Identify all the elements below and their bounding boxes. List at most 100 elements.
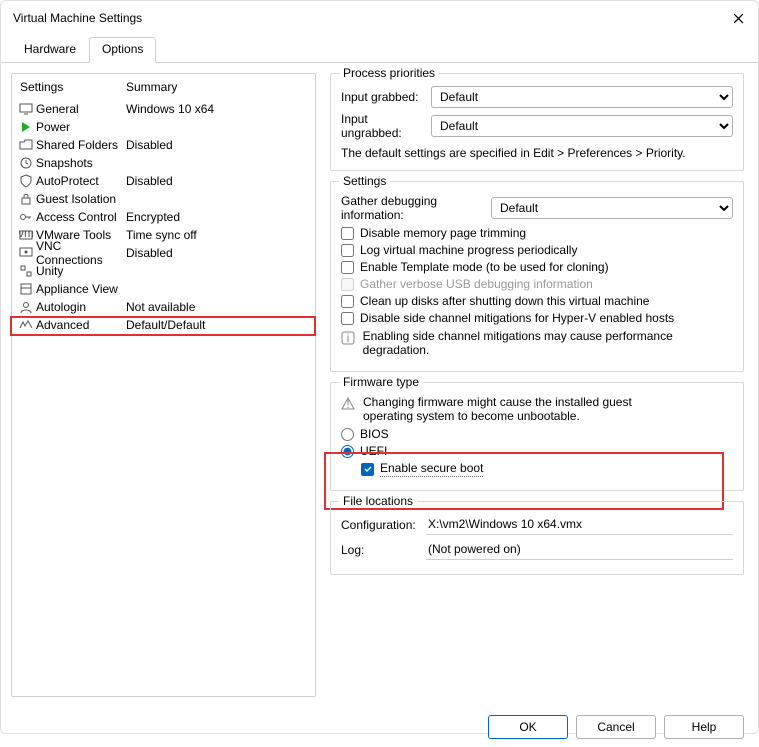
label-secure-boot: Enable secure boot — [380, 461, 483, 477]
settings-row-unity[interactable]: Unity — [12, 262, 315, 280]
label-configuration: Configuration: — [341, 518, 426, 532]
group-firmware-type: Firmware type ! Changing firmware might … — [330, 382, 744, 491]
legend-firmware: Firmware type — [339, 375, 423, 389]
group-settings: Settings Gather debugging information: D… — [330, 181, 744, 372]
firmware-warning: Changing firmware might cause the instal… — [363, 395, 643, 423]
warning-icon: ! — [341, 397, 357, 414]
appliance-icon — [16, 282, 36, 296]
play-icon — [16, 120, 36, 134]
tab-hardware[interactable]: Hardware — [11, 37, 89, 62]
header-settings: Settings — [16, 80, 126, 94]
right-panel: Process priorities Input grabbed: Defaul… — [326, 73, 748, 697]
value-log: (Not powered on) — [426, 539, 733, 560]
label-input-grabbed: Input grabbed: — [341, 90, 431, 104]
svg-text:i: i — [347, 331, 350, 345]
user-icon — [16, 300, 36, 314]
close-icon — [733, 13, 744, 24]
label-cb4: Gather verbose USB debugging information — [360, 277, 593, 291]
checkbox-log-progress[interactable] — [341, 244, 354, 257]
folder-icon — [16, 138, 36, 152]
advanced-icon — [16, 318, 36, 332]
checkbox-cleanup-disks[interactable] — [341, 295, 354, 308]
row-label: Advanced — [36, 318, 126, 332]
checkbox-verbose-usb — [341, 278, 354, 291]
row-summary: Encrypted — [126, 210, 311, 224]
lock-icon — [16, 192, 36, 206]
settings-row-autologin[interactable]: AutologinNot available — [12, 298, 315, 316]
label-cb3: Enable Template mode (to be used for clo… — [360, 260, 609, 274]
settings-row-advanced[interactable]: AdvancedDefault/Default — [12, 316, 315, 334]
row-summary: Default/Default — [126, 318, 311, 332]
row-label: Power — [36, 120, 126, 134]
label-bios: BIOS — [360, 427, 389, 441]
row-label: Unity — [36, 264, 126, 278]
close-button[interactable] — [728, 8, 748, 28]
row-summary: Disabled — [126, 246, 311, 260]
radio-bios[interactable] — [341, 428, 354, 441]
settings-row-access-control[interactable]: Access ControlEncrypted — [12, 208, 315, 226]
row-label: Appliance View — [36, 282, 126, 296]
label-uefi: UEFI — [360, 444, 387, 458]
group-file-locations: File locations Configuration: X:\vm2\Win… — [330, 501, 744, 575]
info-icon: i — [341, 331, 357, 348]
checkbox-disable-memory-trimming[interactable] — [341, 227, 354, 240]
checkbox-secure-boot[interactable] — [361, 463, 374, 476]
priorities-info-text: The default settings are specified in Ed… — [341, 146, 733, 160]
label-cb2: Log virtual machine progress periodicall… — [360, 243, 577, 257]
row-summary: Disabled — [126, 138, 311, 152]
vm-icon: vm — [16, 228, 36, 242]
settings-header: Settings Summary — [12, 74, 315, 100]
settings-row-snapshots[interactable]: Snapshots — [12, 154, 315, 172]
tab-options[interactable]: Options — [89, 37, 156, 63]
settings-list: Settings Summary GeneralWindows 10 x64Po… — [11, 73, 316, 697]
row-summary: Not available — [126, 300, 311, 314]
clock-icon — [16, 156, 36, 170]
group-process-priorities: Process priorities Input grabbed: Defaul… — [330, 73, 744, 171]
settings-row-appliance-view[interactable]: Appliance View — [12, 280, 315, 298]
row-label: Guest Isolation — [36, 192, 126, 206]
legend-settings: Settings — [339, 174, 390, 188]
row-summary: Time sync off — [126, 228, 311, 242]
label-cb6: Disable side channel mitigations for Hyp… — [360, 311, 674, 325]
label-cb5: Clean up disks after shutting down this … — [360, 294, 649, 308]
row-label: Autologin — [36, 300, 126, 314]
settings-row-general[interactable]: GeneralWindows 10 x64 — [12, 100, 315, 118]
key-icon — [16, 210, 36, 224]
label-debug-info: Gather debugging information: — [341, 194, 491, 222]
row-label: Shared Folders — [36, 138, 126, 152]
settings-row-guest-isolation[interactable]: Guest Isolation — [12, 190, 315, 208]
settings-row-power[interactable]: Power — [12, 118, 315, 136]
row-label: Access Control — [36, 210, 126, 224]
row-label: General — [36, 102, 126, 116]
settings-row-vnc-connections[interactable]: VNC ConnectionsDisabled — [12, 244, 315, 262]
checkbox-disable-side-channel[interactable] — [341, 312, 354, 325]
shield-icon — [16, 174, 36, 188]
select-input-grabbed[interactable]: Default — [431, 86, 733, 108]
label-cb1: Disable memory page trimming — [360, 226, 526, 240]
legend-fileloc: File locations — [339, 494, 417, 508]
monitor-icon — [16, 102, 36, 116]
window-title: Virtual Machine Settings — [13, 11, 142, 25]
select-input-ungrabbed[interactable]: Default — [431, 115, 733, 137]
checkbox-template-mode[interactable] — [341, 261, 354, 274]
help-button[interactable]: Help — [664, 715, 744, 739]
side-channel-warning: Enabling side channel mitigations may ca… — [363, 329, 733, 357]
ok-button[interactable]: OK — [488, 715, 568, 739]
unity-icon — [16, 264, 36, 278]
row-label: Snapshots — [36, 156, 126, 170]
radio-uefi[interactable] — [341, 445, 354, 458]
label-log: Log: — [341, 543, 426, 557]
cancel-button[interactable]: Cancel — [576, 715, 656, 739]
label-input-ungrabbed: Input ungrabbed: — [341, 112, 431, 140]
row-summary: Windows 10 x64 — [126, 102, 311, 116]
row-summary: Disabled — [126, 174, 311, 188]
settings-row-shared-folders[interactable]: Shared FoldersDisabled — [12, 136, 315, 154]
value-configuration: X:\vm2\Windows 10 x64.vmx — [426, 514, 733, 535]
header-summary: Summary — [126, 80, 311, 94]
legend-priorities: Process priorities — [339, 66, 439, 80]
row-label: VNC Connections — [36, 239, 126, 267]
svg-text:!: ! — [346, 397, 349, 411]
select-debug-info[interactable]: Default — [491, 197, 733, 219]
svg-text:vm: vm — [19, 228, 33, 240]
settings-row-autoprotect[interactable]: AutoProtectDisabled — [12, 172, 315, 190]
